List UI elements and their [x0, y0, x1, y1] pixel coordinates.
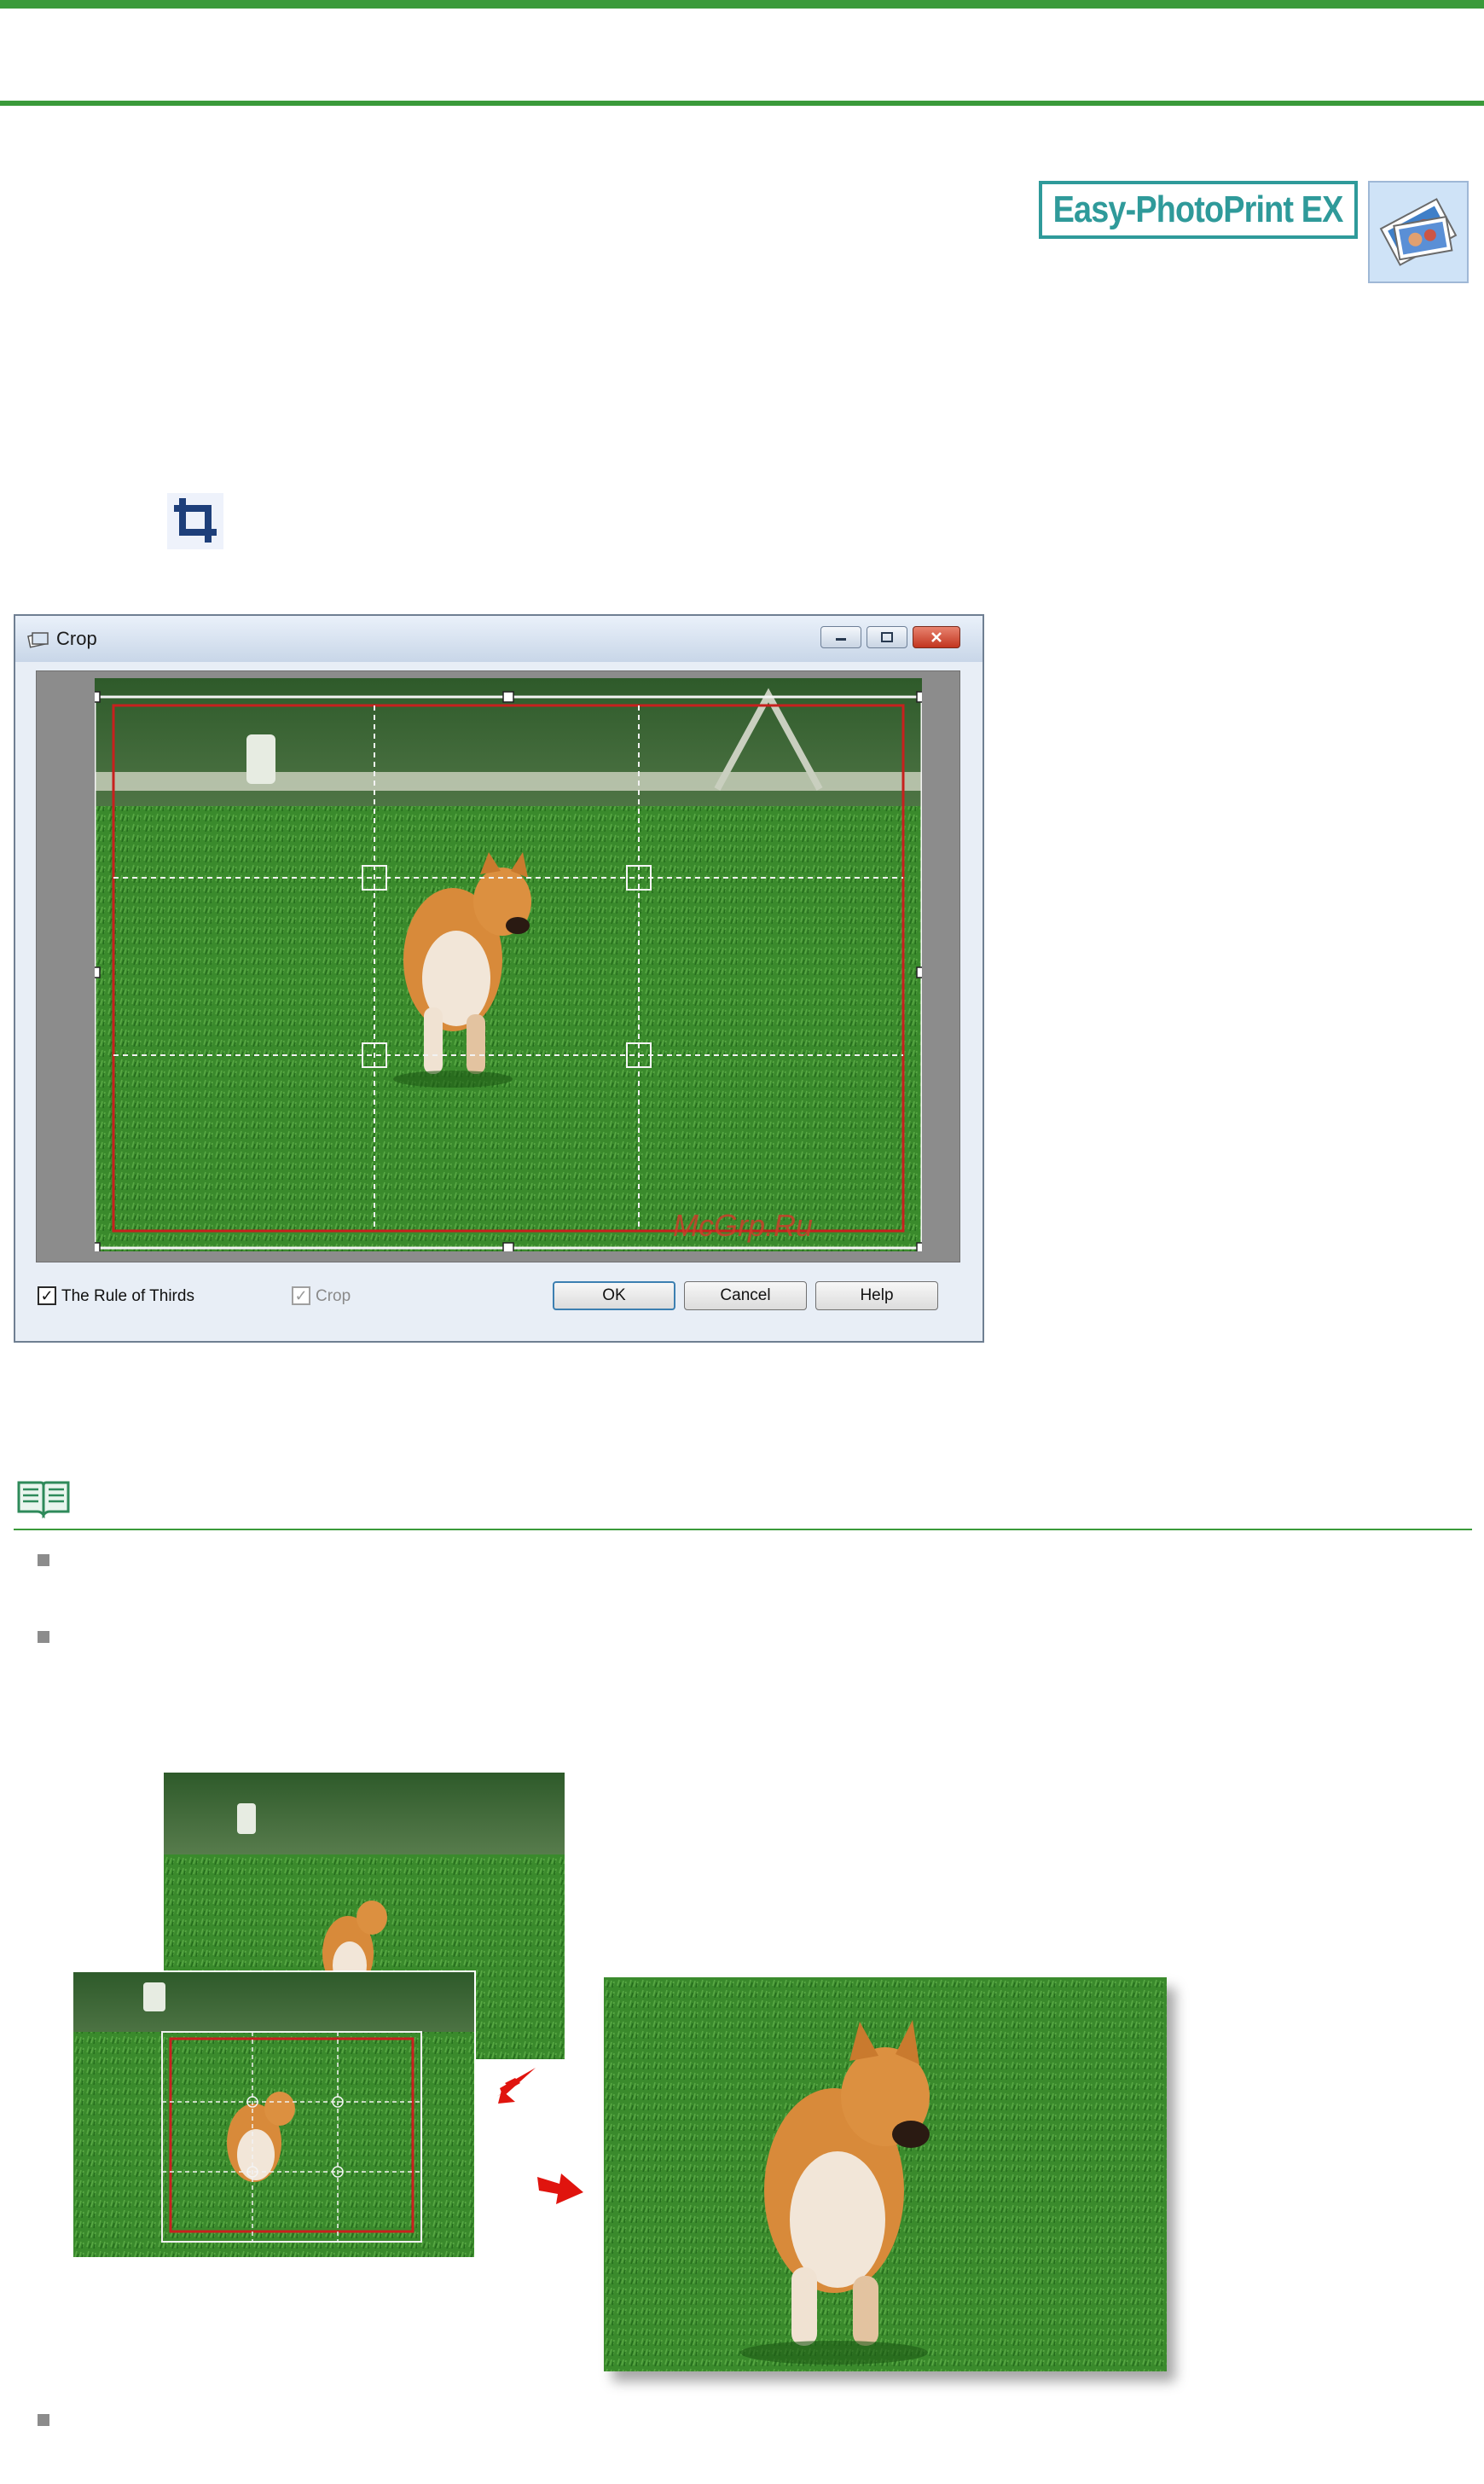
red-arrow-icon [496, 2066, 539, 2104]
crop-preview-photo[interactable]: McGrp.Ru [95, 678, 922, 1251]
help-button[interactable]: Help [815, 1281, 938, 1310]
illustration-cropped-result [604, 1977, 1167, 2371]
crop-app-icon [27, 630, 49, 648]
crop-icon [167, 493, 223, 549]
maximize-button[interactable] [867, 626, 907, 648]
bullet-square-icon [38, 2414, 49, 2426]
watermark: McGrp.Ru [673, 1208, 813, 1243]
header-top-bar [0, 0, 1484, 9]
crop-dialog-title: Crop [56, 628, 97, 649]
close-button[interactable] [913, 626, 960, 648]
crop-preview-area: McGrp.Ru [36, 670, 960, 1262]
bullet-square-icon [38, 1631, 49, 1643]
illustration-crop-selection [72, 1970, 476, 2259]
maximize-icon [881, 632, 893, 642]
crop-checkbox-label: Crop [316, 1287, 351, 1305]
note-book-icon [15, 1477, 72, 1519]
product-logo: Easy-PhotoPrint EX [1039, 181, 1358, 239]
crop-dialog-window: Crop McGrp.Ru ✓ The Rule of Thirds ✓ Cro… [14, 614, 984, 1343]
minimize-icon [836, 638, 846, 641]
minimize-button[interactable] [820, 626, 861, 648]
cancel-button[interactable]: Cancel [684, 1281, 807, 1310]
bullet-square-icon [38, 1554, 49, 1566]
rule-of-thirds-label: The Rule of Thirds [61, 1287, 194, 1305]
crop-checkbox: ✓ [292, 1286, 310, 1305]
crop-dialog-titlebar[interactable]: Crop [15, 616, 983, 662]
note-divider [14, 1529, 1472, 1530]
header-divider [0, 101, 1484, 106]
red-arrow-icon [537, 2174, 583, 2204]
product-logo-text: Easy-PhotoPrint EX [1053, 189, 1344, 230]
close-icon [931, 632, 942, 642]
rule-of-thirds-checkbox[interactable]: ✓ [38, 1286, 56, 1305]
ok-button[interactable]: OK [553, 1281, 675, 1310]
photos-thumbnail-icon [1368, 181, 1469, 283]
